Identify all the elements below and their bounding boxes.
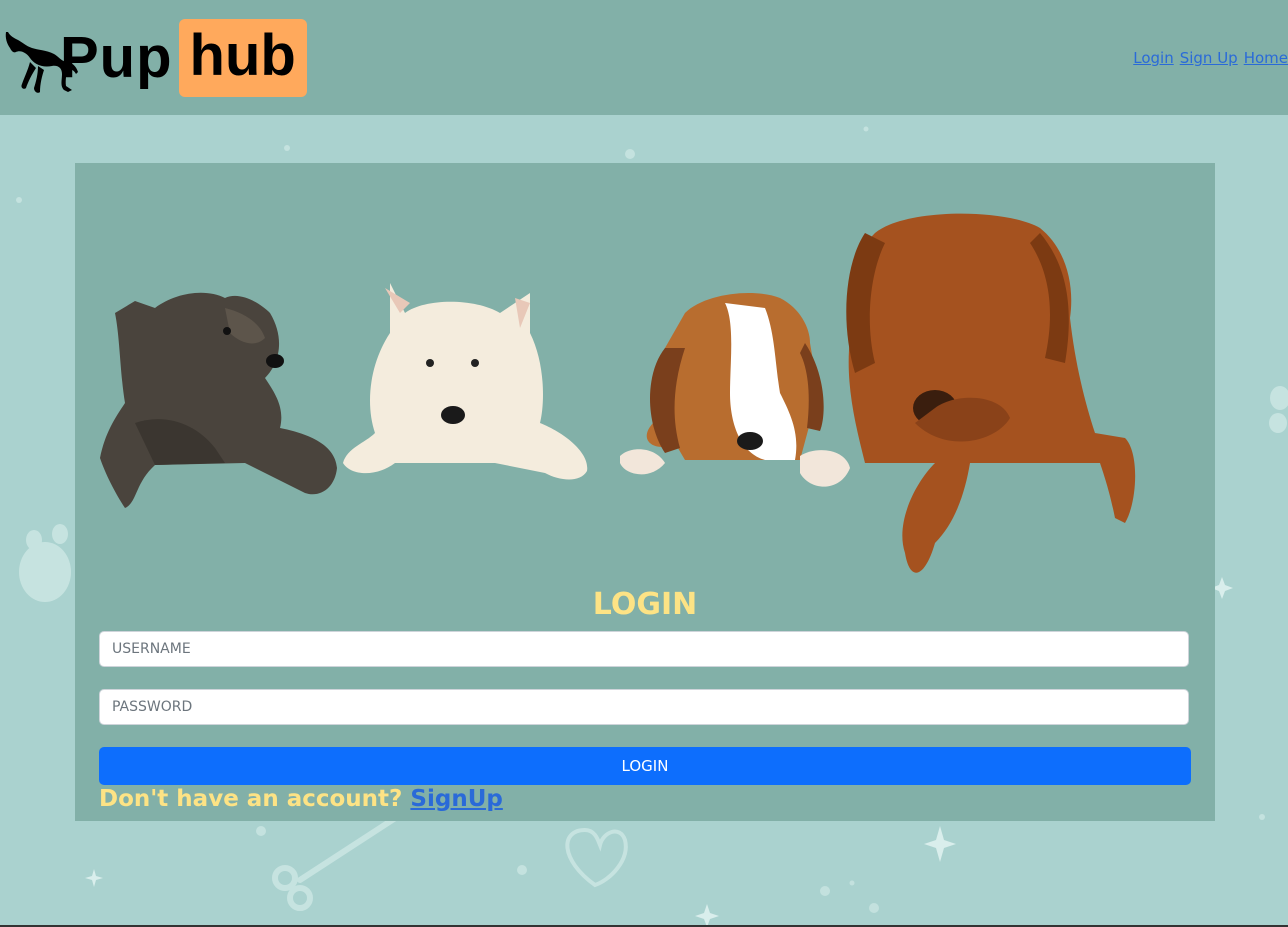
- signup-prompt: Don't have an account? SignUp: [99, 786, 503, 812]
- terrier-dog-image: [100, 292, 337, 508]
- ridgeback-dog-image: [846, 213, 1136, 573]
- paw-icon: [19, 524, 71, 602]
- nav-login-link[interactable]: Login: [1133, 49, 1173, 67]
- nav-home-link[interactable]: Home: [1244, 49, 1288, 67]
- signup-prompt-text: Don't have an account?: [99, 786, 403, 812]
- username-input[interactable]: [99, 631, 1189, 667]
- dogs-image: [100, 213, 1136, 573]
- logo-text-pup: Pup: [60, 25, 173, 90]
- signup-link[interactable]: SignUp: [410, 786, 502, 812]
- nav-signup-link[interactable]: Sign Up: [1180, 49, 1238, 67]
- bone-icon: [272, 812, 403, 911]
- login-button[interactable]: LOGIN: [99, 747, 1191, 785]
- beagle-dog-image: [620, 293, 850, 487]
- login-card: LOGIN LOGIN Don't have an account? SignU…: [75, 163, 1215, 821]
- login-title: LOGIN: [592, 587, 698, 622]
- top-nav: Login Sign Up Home: [1133, 49, 1288, 67]
- heart-icon: [565, 827, 628, 888]
- westie-dog-image: [343, 283, 588, 480]
- logo[interactable]: Pup hub: [2, 18, 307, 98]
- header: Pup hub Login Sign Up Home: [0, 0, 1288, 115]
- logo-text-hub: hub: [178, 19, 307, 97]
- password-input[interactable]: [99, 689, 1189, 725]
